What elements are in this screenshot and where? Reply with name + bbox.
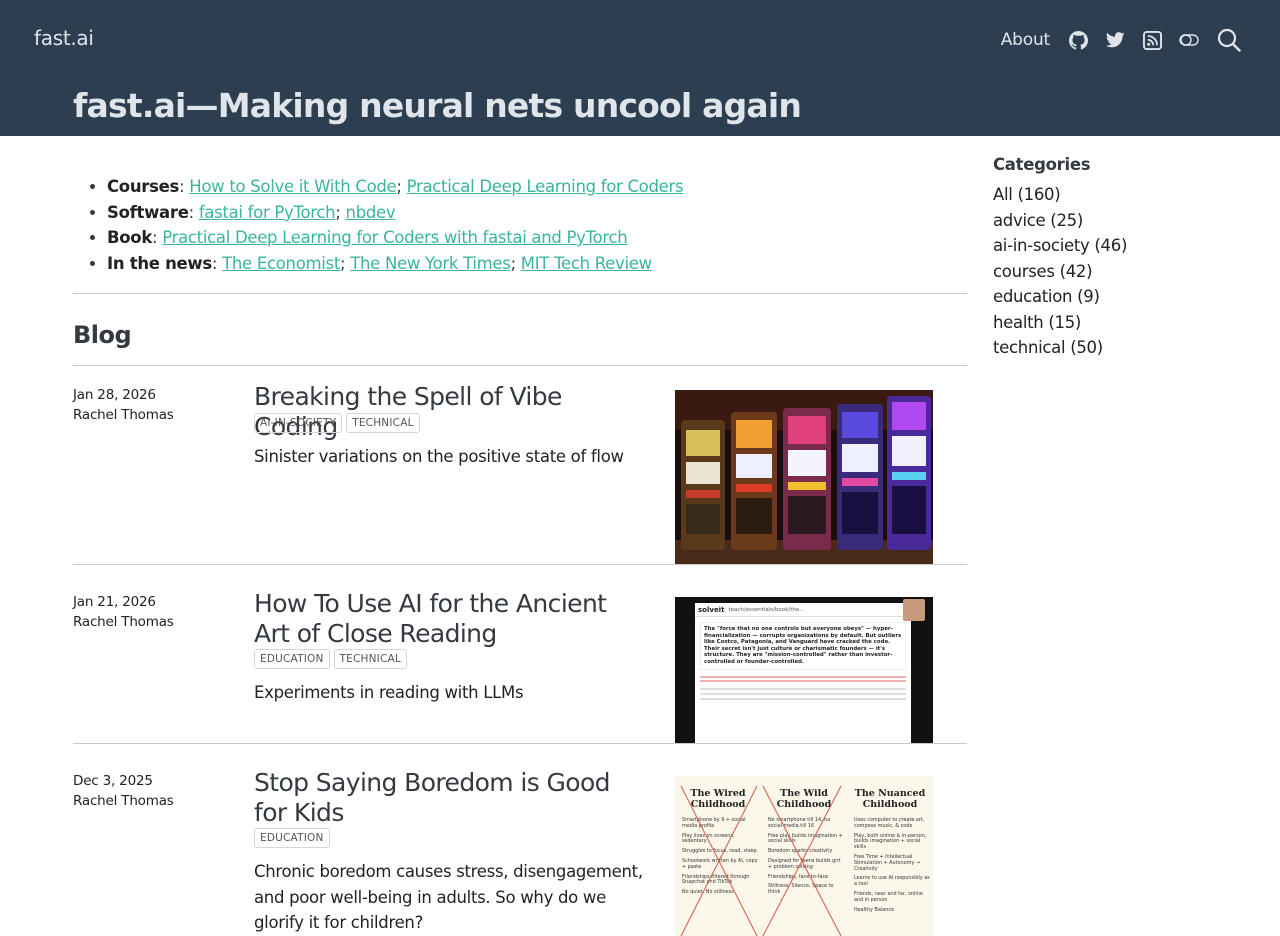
category-courses[interactable]: courses (42) [993, 259, 1233, 285]
thumb-quote: The "force that no one controls but ever… [700, 622, 906, 670]
post-description: Experiments in reading with LLMs [254, 683, 524, 702]
thumb-toolbar: solveit teach/essentials/book/the... [695, 603, 911, 617]
post-tag[interactable]: AI-IN-SOCIETY [254, 413, 343, 433]
news-link[interactable]: The New York Times [350, 254, 511, 273]
about-link[interactable]: About [1001, 30, 1050, 50]
post-title[interactable]: How To Use AI for the Ancient Art of Clo… [254, 589, 644, 648]
navbar: fast.ai About fast.ai—Making neural nets… [0, 0, 1280, 136]
post-author: Rachel Thomas [73, 407, 174, 423]
software-link[interactable]: fastai for PyTorch [199, 203, 336, 222]
github-icon[interactable] [1068, 30, 1088, 50]
thumb-screen: solveit teach/essentials/book/the... The… [695, 603, 911, 743]
category-health[interactable]: health (15) [993, 310, 1233, 336]
post-thumbnail-childhood[interactable]: The Wired Childhood Smartphone by 9 + soc… [675, 776, 933, 936]
post-tag[interactable]: TECHNICAL [346, 413, 420, 433]
post-tag[interactable]: EDUCATION [254, 649, 330, 669]
categories-heading: Categories [993, 155, 1091, 174]
intro-book: Book: Practical Deep Learning for Coders… [107, 225, 967, 251]
search-icon[interactable] [1216, 27, 1242, 53]
news-label: In the news [107, 253, 212, 273]
categories-sidebar: Categories All (160) advice (25) ai-in-s… [993, 155, 1233, 361]
post-author: Rachel Thomas [73, 793, 174, 809]
brand-link[interactable]: fast.ai [34, 26, 94, 50]
thumb-doc-path: teach/essentials/book/the... [728, 606, 805, 613]
intro-software: Software: fastai for PyTorch; nbdev [107, 200, 967, 226]
toggle-icon[interactable] [1179, 30, 1199, 50]
thumb-line [700, 687, 906, 690]
post-tags: EDUCATION TECHNICAL [254, 649, 407, 669]
thumb-line [700, 697, 906, 700]
post-date: Jan 21, 2026 [73, 594, 156, 610]
news-link[interactable]: MIT Tech Review [521, 254, 652, 273]
thumb-line [700, 679, 906, 682]
course-link[interactable]: How to Solve it With Code [189, 177, 396, 196]
category-technical[interactable]: technical (50) [993, 335, 1233, 361]
rss-icon[interactable] [1142, 30, 1162, 50]
course-link[interactable]: Practical Deep Learning for Coders [407, 177, 684, 196]
divider [73, 365, 967, 366]
category-education[interactable]: education (9) [993, 284, 1233, 310]
post-date: Dec 3, 2025 [73, 773, 153, 789]
category-ai-in-society[interactable]: ai-in-society (46) [993, 233, 1233, 259]
twitter-icon[interactable] [1105, 30, 1125, 50]
intro-courses: Courses: How to Solve it With Code; Prac… [107, 174, 967, 200]
blog-post: Dec 3, 2025 Rachel Thomas Stop Saying Bo… [73, 744, 967, 936]
blog-post: Jan 28, 2026 Rachel Thomas Breaking the … [73, 365, 967, 565]
post-date: Jan 28, 2026 [73, 387, 156, 403]
post-description: Chronic boredom causes stress, disengage… [254, 862, 643, 932]
post-tags: EDUCATION [254, 828, 330, 848]
blog-heading: Blog [73, 321, 132, 349]
blog-post: Jan 21, 2026 Rachel Thomas How To Use AI… [73, 565, 967, 744]
thumb-app-name: solveit [698, 605, 725, 614]
post-tag[interactable]: TECHNICAL [333, 649, 407, 669]
news-link[interactable]: The Economist [222, 254, 340, 273]
category-advice[interactable]: advice (25) [993, 208, 1233, 234]
main-content: Courses: How to Solve it With Code; Prac… [73, 136, 967, 365]
thumb-line [700, 675, 906, 678]
book-link[interactable]: Practical Deep Learning for Coders with … [162, 228, 628, 247]
post-author: Rachel Thomas [73, 614, 174, 630]
intro-list: Courses: How to Solve it With Code; Prac… [73, 174, 967, 276]
thumb-line [700, 692, 906, 695]
post-tags: AI-IN-SOCIETY TECHNICAL [254, 413, 420, 433]
site-title: fast.ai—Making neural nets uncool again [73, 86, 802, 125]
nav-right: About [1001, 26, 1242, 54]
courses-label: Courses [107, 177, 180, 196]
category-all[interactable]: All (160) [993, 182, 1233, 208]
post-title[interactable]: Stop Saying Boredom is Good for Kids [254, 768, 644, 827]
thumb-webcam [903, 599, 925, 621]
post-description: Sinister variations on the positive stat… [254, 447, 624, 466]
software-link[interactable]: nbdev [346, 203, 396, 222]
divider [73, 293, 967, 294]
software-label: Software [107, 202, 189, 222]
intro-news: In the news: The Economist; The New York… [107, 251, 967, 277]
post-thumbnail-solveit[interactable]: solveit teach/essentials/book/the... The… [675, 597, 933, 743]
post-tag[interactable]: EDUCATION [254, 828, 330, 848]
post-thumbnail-slot-machines[interactable] [675, 390, 933, 564]
book-label: Book [107, 228, 153, 247]
